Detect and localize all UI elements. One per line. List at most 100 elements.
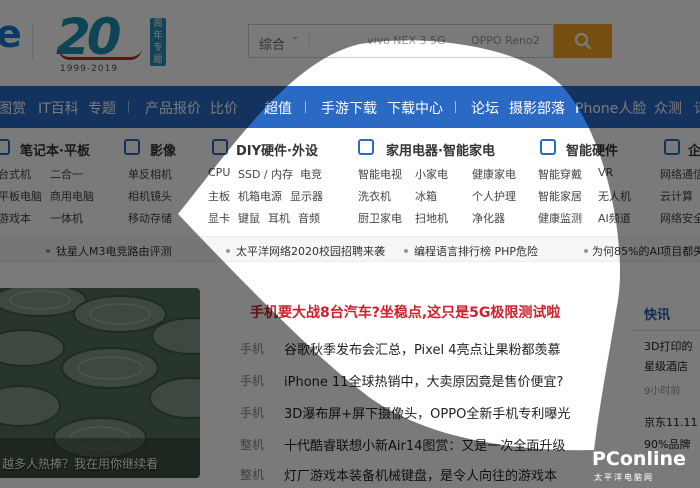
category-link[interactable]: 网络安全 bbox=[660, 210, 700, 226]
category-link[interactable]: 智能家居 bbox=[538, 188, 582, 204]
category-link[interactable]: 净化器 bbox=[472, 210, 505, 226]
header-divider bbox=[32, 22, 33, 60]
ticker-item[interactable]: 编程语言排行榜 PHP危险 bbox=[414, 243, 538, 259]
news-title[interactable]: 3D瀑布屏+屏下摄像头，OPPO全新手机专利曝光 bbox=[284, 404, 570, 422]
news-category: 手机 bbox=[240, 374, 265, 388]
nav-item[interactable]: 下载中心 bbox=[387, 98, 443, 118]
nav-item[interactable]: 话 bbox=[694, 98, 700, 118]
news-title[interactable]: 十代酷睿联想小新Air14图赏：又是一次全面升级 bbox=[284, 436, 565, 454]
category-title[interactable]: 家用电器·智能家电 bbox=[386, 140, 495, 159]
search-button[interactable] bbox=[554, 24, 612, 58]
search-suggestion[interactable]: OPPO Reno2 bbox=[471, 34, 540, 47]
flash-item-text[interactable]: 京东11.11 bbox=[644, 414, 698, 430]
category-link[interactable]: 显卡 bbox=[208, 210, 230, 226]
category-link[interactable]: 机箱电源 bbox=[238, 188, 282, 204]
category-link[interactable]: 无人机 bbox=[598, 188, 631, 204]
news-item[interactable]: 整机 灯厂游戏本装备机械键盘，是令人向往的游戏本 bbox=[240, 466, 600, 488]
ticker-bullet bbox=[584, 249, 588, 253]
category-link[interactable]: 智能电视 bbox=[358, 166, 402, 182]
news-item[interactable]: 手机 iPhone 11全球热销中，大卖原因竟是售价便宜? bbox=[240, 372, 600, 394]
flash-item-text[interactable]: 3D打印的 bbox=[644, 338, 692, 354]
nav-item[interactable]: 论坛 bbox=[471, 98, 499, 118]
site-logo-fragment[interactable]: e bbox=[0, 12, 22, 56]
monitor-icon bbox=[212, 139, 228, 155]
category-link[interactable]: 冰箱 bbox=[415, 188, 437, 204]
category-link[interactable]: 厨卫家电 bbox=[358, 210, 402, 226]
category-link[interactable]: 主板 bbox=[208, 188, 230, 204]
category-link[interactable]: 耳机 bbox=[268, 210, 290, 226]
category-link[interactable]: 扫地机 bbox=[415, 210, 448, 226]
nav-item[interactable]: 摄影部落 bbox=[509, 98, 565, 118]
category-title[interactable]: DIY硬件·外设 bbox=[236, 140, 318, 159]
category-link[interactable]: 音频 bbox=[298, 210, 320, 226]
laptop-icon bbox=[0, 139, 10, 155]
category-title[interactable]: 智能硬件 bbox=[566, 140, 618, 159]
category-link[interactable]: 小家电 bbox=[415, 166, 448, 182]
anniversary-badge: 周年专题 bbox=[150, 18, 166, 66]
category-link[interactable]: 电竞 bbox=[300, 166, 322, 182]
news-item[interactable]: 手机 3D瀑布屏+屏下摄像头，OPPO全新手机专利曝光 bbox=[240, 404, 600, 426]
site-header: e 20 1999-2019 周年专题 综合 ⌄ vivo NEX 3 5G O… bbox=[0, 0, 700, 86]
nav-item[interactable]: 超值 bbox=[264, 98, 292, 118]
news-category: 手机 bbox=[240, 342, 265, 356]
headline-link[interactable]: 手机要大战8台汽车?坐稳点,这只是5G极限测试啦 bbox=[250, 302, 560, 322]
ticker-item[interactable]: 钛星人M3电竞路由评测 bbox=[56, 243, 172, 259]
category-link[interactable]: 台式机 bbox=[0, 166, 31, 182]
category-title[interactable]: 企 bbox=[688, 140, 700, 159]
nav-item[interactable]: 比价 bbox=[210, 98, 238, 118]
news-item[interactable]: 手机 谷歌秋季发布会汇总，Pixel 4亮点让果粉都羡慕 bbox=[240, 340, 600, 362]
news-title[interactable]: 谷歌秋季发布会汇总，Pixel 4亮点让果粉都羡慕 bbox=[284, 340, 560, 358]
news-title[interactable]: 灯厂游戏本装备机械键盘，是令人向往的游戏本 bbox=[284, 466, 557, 484]
hero-caption[interactable]: 越多人热捧？我在用你继续看 bbox=[0, 455, 200, 472]
category-link[interactable]: 健康家电 bbox=[472, 166, 516, 182]
category-link[interactable]: 显示器 bbox=[290, 188, 323, 204]
news-category: 整机 bbox=[240, 468, 265, 482]
category-title[interactable]: 笔记本·平板 bbox=[20, 140, 90, 159]
category-link[interactable]: SSD / 内存 bbox=[238, 166, 293, 182]
category-link[interactable]: 云计算 bbox=[660, 188, 693, 204]
nav-item[interactable]: 手游下载 bbox=[321, 98, 377, 118]
nav-item[interactable]: 专题 bbox=[88, 98, 116, 118]
category-link[interactable]: 个人护理 bbox=[472, 188, 516, 204]
ticker-item[interactable]: 为何85%的AI项目都失败 bbox=[592, 243, 700, 259]
category-link[interactable]: 移动存储 bbox=[128, 210, 172, 226]
anniversary-ring-decoration bbox=[58, 48, 142, 60]
ticker-bullet bbox=[226, 249, 230, 253]
ticker-item[interactable]: 太平洋网络2020校园招聘来袭 bbox=[236, 243, 385, 259]
hero-image[interactable]: 越多人热捧？我在用你继续看 bbox=[0, 288, 200, 478]
news-ticker: 钛星人M3电竞路由评测 太平洋网络2020校园招聘来袭 编程语言排行榜 PHP危… bbox=[0, 236, 700, 262]
category-link[interactable]: 相机镜头 bbox=[128, 188, 172, 204]
category-link[interactable]: CPU bbox=[208, 166, 230, 179]
category-link[interactable]: 一体机 bbox=[50, 210, 83, 226]
nav-item[interactable]: Phone人脸 bbox=[575, 98, 646, 118]
anniversary-logo[interactable]: 20 1999-2019 周年专题 bbox=[50, 8, 170, 74]
category-title[interactable]: 影像 bbox=[150, 140, 176, 159]
search-type-select[interactable]: 综合 bbox=[259, 34, 285, 53]
nav-item[interactable]: 产品报价 bbox=[145, 98, 201, 118]
category-link[interactable]: 二合一 bbox=[50, 166, 83, 182]
news-category: 整机 bbox=[240, 438, 265, 452]
flash-item-text[interactable]: 星级酒店 bbox=[644, 358, 688, 374]
category-link[interactable]: VR bbox=[598, 166, 613, 179]
category-link[interactable]: 健康监测 bbox=[538, 210, 582, 226]
news-title[interactable]: iPhone 11全球热销中，大卖原因竟是售价便宜? bbox=[284, 372, 563, 390]
category-link[interactable]: 键鼠 bbox=[238, 210, 260, 226]
search-suggestion[interactable]: vivo NEX 3 5G bbox=[367, 34, 446, 47]
news-item[interactable]: 整机 十代酷睿联想小新Air14图赏：又是一次全面升级 bbox=[240, 436, 600, 458]
ticker-bullet bbox=[404, 249, 408, 253]
category-link[interactable]: AI频道 bbox=[598, 210, 631, 226]
category-link[interactable]: 智能穿戴 bbox=[538, 166, 582, 182]
category-link[interactable]: 网络通信 bbox=[660, 166, 700, 182]
nav-separator bbox=[305, 101, 306, 113]
category-link[interactable]: 商用电脑 bbox=[50, 188, 94, 204]
nav-item[interactable]: 众测 bbox=[654, 98, 682, 118]
nav-item[interactable]: 图赏 bbox=[0, 98, 26, 118]
watermark-sub: 太平洋电脑网 bbox=[594, 473, 654, 482]
category-link[interactable]: 游戏本 bbox=[0, 210, 31, 226]
category-link[interactable]: 单反相机 bbox=[128, 166, 172, 182]
category-link[interactable]: 洗衣机 bbox=[358, 188, 391, 204]
search-box[interactable]: 综合 ⌄ vivo NEX 3 5G OPPO Reno2 bbox=[248, 24, 554, 58]
category-link[interactable]: 平板电脑 bbox=[0, 188, 42, 204]
nav-item[interactable]: IT百科 bbox=[38, 98, 79, 118]
flash-news-title[interactable]: 快讯 bbox=[644, 304, 670, 323]
